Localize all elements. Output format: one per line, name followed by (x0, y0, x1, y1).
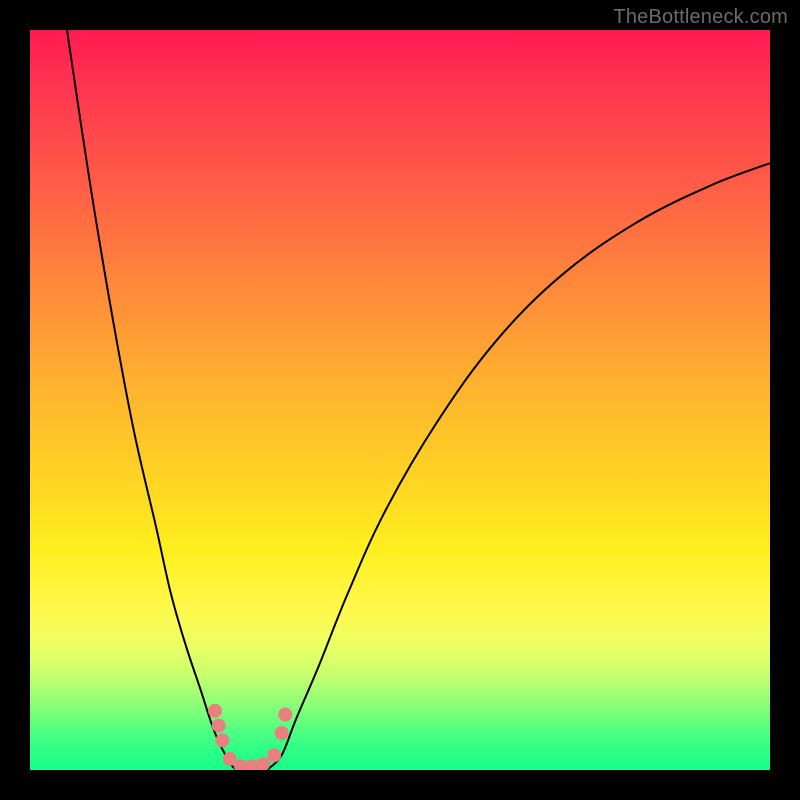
curve-marker (212, 719, 226, 733)
curve-marker (256, 757, 270, 770)
right-curve (267, 163, 770, 770)
watermark-text: TheBottleneck.com (613, 6, 788, 29)
chart-svg (30, 30, 770, 770)
curve-marker (278, 708, 292, 722)
curve-marker (275, 726, 289, 740)
left-curve (67, 30, 237, 770)
curve-marker (267, 748, 281, 762)
curve-marker (215, 733, 229, 747)
plot-area (30, 30, 770, 770)
chart-container: TheBottleneck.com (0, 0, 800, 800)
curve-marker (208, 704, 222, 718)
curve-markers (208, 704, 292, 770)
